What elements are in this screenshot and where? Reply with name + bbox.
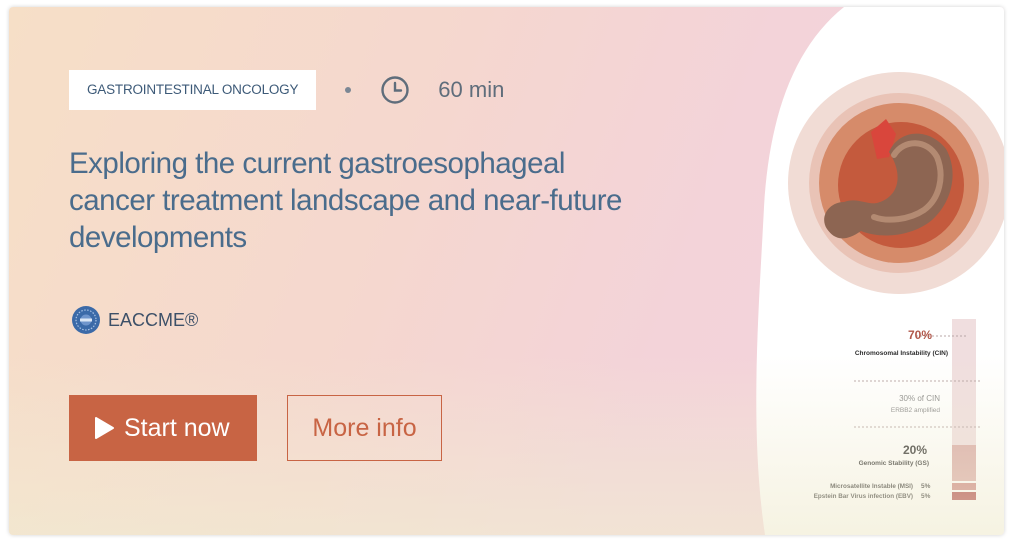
more-info-button[interactable]: More info [287, 395, 442, 461]
accreditation-label: EACCME® [108, 309, 199, 330]
clock-icon [381, 76, 409, 104]
subtype-percent: 5% [921, 493, 931, 500]
start-now-label: Start now [124, 413, 230, 442]
subtype-label: Genomic Stability (GS) [859, 460, 929, 467]
separator-dot [345, 87, 352, 93]
start-now-button[interactable]: Start now [69, 395, 257, 461]
course-illustration: 70% Chromosomal Instability (CIN) 30% of… [749, 7, 1004, 535]
subtype-label: Microsatellite Instable (MSI) [830, 483, 913, 490]
accreditation: EACCME® [71, 305, 198, 335]
subtype-label: 30% of CIN [899, 394, 940, 403]
course-duration: 60 min [438, 77, 505, 102]
subtype-percent: 5% [921, 483, 931, 490]
play-icon [95, 417, 114, 439]
subtype-label: Chromosomal Instability (CIN) [855, 350, 948, 357]
course-title[interactable]: Exploring the current gastroesophageal c… [69, 145, 629, 256]
course-meta: GASTROINTESTINAL ONCOLOGY 60 min [69, 69, 504, 111]
category-tag: GASTROINTESTINAL ONCOLOGY [69, 70, 317, 110]
subtype-label: ERBB2 amplified [891, 407, 941, 414]
subtype-percent: 20% [903, 443, 927, 457]
eaccme-logo [72, 306, 100, 334]
course-card[interactable]: 70% Chromosomal Instability (CIN) 30% of… [9, 7, 1004, 535]
subtype-percent: 70% [908, 328, 932, 342]
subtype-label: Epstein Bar Virus infection (EBV) [814, 493, 913, 500]
